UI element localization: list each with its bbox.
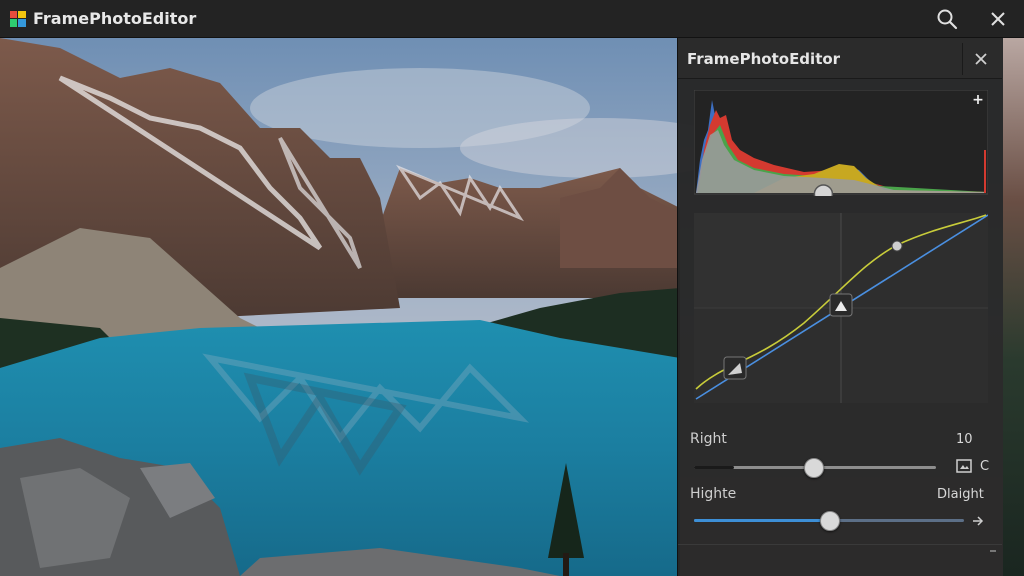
- right-slider[interactable]: [694, 458, 936, 478]
- app-title: FramePhotoEditor: [33, 9, 197, 28]
- histogram-slider-knob[interactable]: [813, 184, 834, 196]
- control-value-right: 10: [956, 432, 973, 447]
- curve-point-highlights[interactable]: [891, 240, 903, 252]
- control-value-highte: Dlaight: [937, 487, 984, 502]
- histogram[interactable]: +: [694, 90, 988, 196]
- curves-editor[interactable]: [694, 213, 988, 403]
- panel-close-button[interactable]: [962, 43, 999, 75]
- image-icon[interactable]: [956, 459, 972, 473]
- close-icon: [991, 12, 1005, 26]
- control-suffix: C: [980, 459, 990, 474]
- close-icon: [975, 53, 987, 65]
- histogram-add-button[interactable]: +: [972, 92, 984, 108]
- search-icon: [937, 9, 958, 30]
- resize-grip[interactable]: [990, 550, 996, 552]
- panel-divider: [678, 544, 1002, 545]
- control-label-right: Right: [690, 431, 727, 447]
- highte-slider[interactable]: [694, 511, 964, 531]
- title-bar: FramePhotoEditor: [0, 0, 1024, 38]
- control-label-highte: Highte: [690, 486, 737, 502]
- arrow-right-icon[interactable]: [972, 515, 984, 527]
- panel-header: FramePhotoEditor: [678, 38, 1002, 79]
- window-close-button[interactable]: [985, 6, 1011, 32]
- search-button[interactable]: [934, 6, 960, 32]
- editor-panel: FramePhotoEditor + Right 10 C Highte Dla…: [677, 38, 1003, 576]
- photo-edge: [1003, 38, 1024, 576]
- panel-title: FramePhotoEditor: [687, 50, 841, 68]
- app-logo-icon: [10, 11, 26, 27]
